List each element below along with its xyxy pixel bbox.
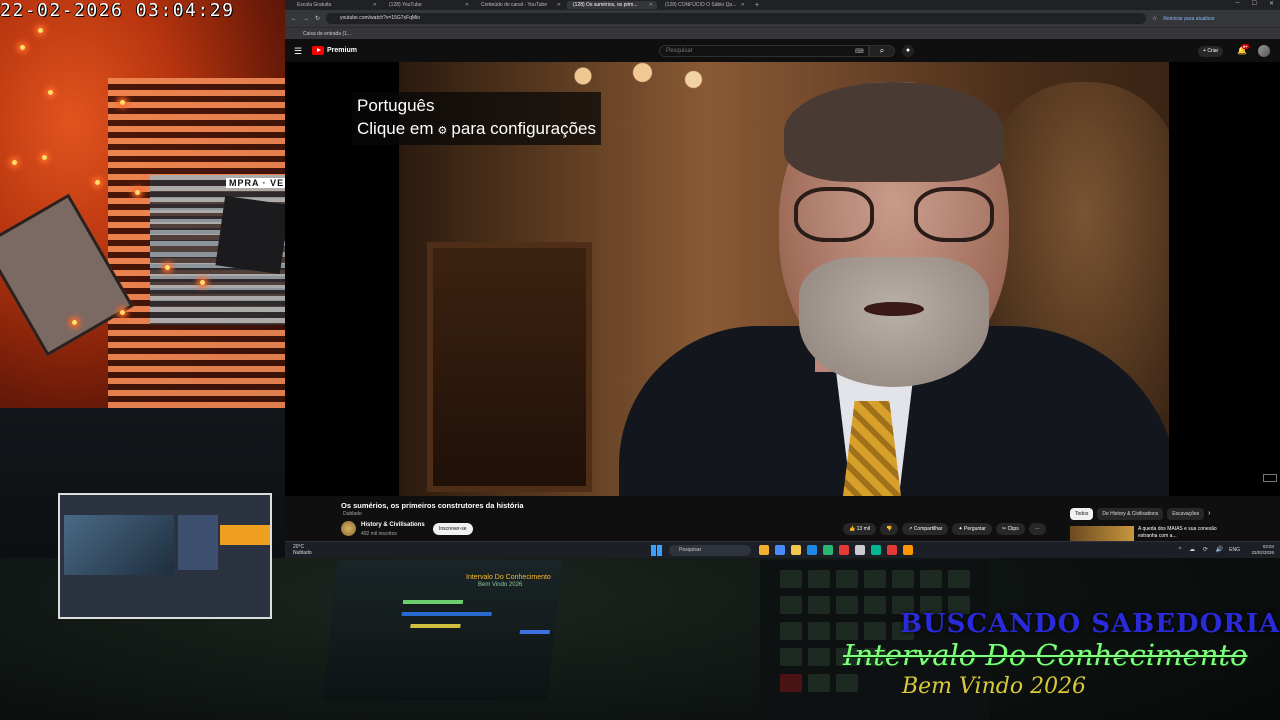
back-icon[interactable]: ← <box>291 16 297 22</box>
chip-channel[interactable]: De History & Civilisations <box>1097 508 1164 520</box>
search-icon: ⌕ <box>879 46 885 55</box>
taskbar-app-icon[interactable] <box>807 545 817 555</box>
caption-line-1: Português <box>357 96 435 115</box>
tab[interactable]: Escola Gratuita ✕ <box>291 1 381 9</box>
camera-timestamp: 22-02-2026 03:04:29 <box>0 0 235 21</box>
string-lights <box>0 0 285 408</box>
webcam-feed: MPRA · VE 22-02-2026 03:04:29 <box>0 0 285 408</box>
menu-icon[interactable]: ☰ <box>294 46 302 57</box>
create-button[interactable]: + Criar <box>1198 46 1224 57</box>
ask-button[interactable]: ✦ Perguntar <box>952 523 992 535</box>
thumbs-down-icon: 👎 <box>885 526 893 532</box>
close-icon[interactable]: ✕ <box>373 1 377 9</box>
overlay-heading: BUSCANDO SABEDORIA <box>900 609 1280 639</box>
channel-avatar[interactable] <box>341 521 356 536</box>
secondary-monitor <box>58 493 272 619</box>
scissors-icon: ✂ <box>1001 526 1007 532</box>
close-icon[interactable]: ✕ <box>649 1 653 9</box>
video-actions: 👍 13 mil 👎 ↗ Compartilhar ✦ Perguntar ✂ … <box>843 523 1046 535</box>
browser-window: Escola Gratuita ✕ (128) YouTube ✕ Conteúdo… <box>285 0 1280 558</box>
keyboard-icon[interactable]: ⌨ <box>855 48 864 55</box>
overlay-subtitle: Bem Vindo 2026 <box>902 674 1087 699</box>
tab-bar: Escola Gratuita ✕ (128) YouTube ✕ Conteúdo… <box>285 0 1280 10</box>
tray-icons[interactable]: ^ ☁ ⟳ 🔊 <box>1179 546 1226 553</box>
search-input[interactable]: Pesquisar <box>659 45 869 57</box>
minimize-icon[interactable]: ─ <box>1235 0 1239 7</box>
avatar[interactable] <box>1258 45 1270 57</box>
chip-excavations[interactable]: Escavações <box>1167 508 1205 520</box>
weather-widget[interactable]: 20°C Nublado <box>293 544 312 556</box>
share-button[interactable]: ↗ Compartilhar <box>902 523 949 535</box>
taskbar-apps <box>759 545 913 555</box>
chip-all[interactable]: Todos <box>1070 508 1094 520</box>
tab-active[interactable]: (128) Os sumérios, os prim... ✕ <box>567 1 657 9</box>
caption-overlay: Português Clique em ⚙ para configurações <box>352 92 602 145</box>
close-icon[interactable]: ✕ <box>465 1 469 9</box>
relaunch-button[interactable]: Reiniciar para atualizar <box>1163 16 1214 22</box>
reload-icon[interactable]: ↻ <box>315 15 320 22</box>
notification-badge: 9+ <box>1242 44 1249 49</box>
youtube-header: ☰ Premium Pesquisar ⌨ ⌕ ● + Criar 🔔 9+ <box>285 40 1280 62</box>
bookmark-bar: Caixa de entrada (1... <box>285 27 1280 39</box>
youtube-logo[interactable]: Premium <box>312 46 357 55</box>
search-button[interactable]: ⌕ <box>869 45 895 57</box>
recommendation-chips: Todos De History & Civilisations Escavaç… <box>1070 508 1211 520</box>
miniplayer-icon[interactable] <box>1263 474 1277 482</box>
clock[interactable]: 03:04 22/02/2026 <box>1251 544 1274 556</box>
dislike-button[interactable]: 👎 <box>879 523 899 535</box>
language-indicator[interactable]: ENG <box>1229 547 1240 553</box>
video-player[interactable]: Português Clique em ⚙ para configurações <box>285 62 1280 496</box>
monitor-subtitle: Bem Vindo 2026 <box>478 582 523 588</box>
taskbar-app-icon[interactable] <box>791 545 801 555</box>
chevron-right-icon[interactable]: › <box>1208 508 1210 520</box>
subscriber-count: 492 mil inscritos <box>361 531 397 537</box>
start-icon[interactable] <box>651 545 662 556</box>
new-tab-icon[interactable]: + <box>751 2 759 9</box>
close-window-icon[interactable]: ✕ <box>1269 0 1274 7</box>
related-title: A queda dos MAIAS e sua conexão estranha… <box>1138 526 1217 539</box>
taskbar: 20°C Nublado Pesquisar ^ ☁ ⟳ 🔊 ENG 03:04… <box>285 541 1280 558</box>
tab[interactable]: (128) YouTube ✕ <box>383 1 473 9</box>
youtube-play-icon <box>312 46 324 55</box>
thumbs-up-icon: 👍 <box>849 526 856 532</box>
bookmark-item[interactable]: Caixa de entrada (1... <box>303 31 351 37</box>
taskbar-app-icon[interactable] <box>871 545 881 555</box>
window-controls: ─ ☐ ✕ <box>1235 0 1274 7</box>
taskbar-search[interactable]: Pesquisar <box>669 545 751 556</box>
clip-button[interactable]: ✂ Clips <box>995 523 1025 535</box>
subscribe-button[interactable]: Inscrever-se <box>433 523 473 535</box>
taskbar-app-icon[interactable] <box>855 545 865 555</box>
tab[interactable]: (128) CONFÚCIO O Sábio Qu... ✕ <box>659 1 749 9</box>
taskbar-app-icon[interactable] <box>759 545 769 555</box>
sparkle-icon: ✦ <box>958 526 963 532</box>
tab[interactable]: Conteúdo do canal - YouTube ✕ <box>475 1 565 9</box>
video-title: Os sumérios, os primeiros construtores d… <box>341 501 524 510</box>
dubbed-tag: Dublado <box>343 511 362 517</box>
taskbar-app-icon[interactable] <box>823 545 833 555</box>
taskbar-app-icon[interactable] <box>775 545 785 555</box>
speaker <box>619 82 1169 496</box>
bookmark-star-icon[interactable]: ☆ <box>1152 15 1157 22</box>
close-icon[interactable]: ✕ <box>557 1 561 9</box>
address-bar: ← → ↻ youtube.com/watch?v=15G7xFqMio ☆ R… <box>285 10 1280 27</box>
notifications-icon[interactable]: 🔔 9+ <box>1237 44 1249 55</box>
share-icon: ↗ <box>908 526 913 532</box>
more-button[interactable]: ··· <box>1028 523 1046 535</box>
forward-icon[interactable]: → <box>303 16 309 22</box>
taskbar-app-icon[interactable] <box>839 545 849 555</box>
taskbar-app-icon[interactable] <box>887 545 897 555</box>
gear-icon: ⚙ <box>437 125 448 137</box>
url-input[interactable]: youtube.com/watch?v=15G7xFqMio <box>326 13 1147 24</box>
monitor-title: Intervalo Do Conhecimento <box>466 574 551 581</box>
overlay-title: Intervalo Do Conhecimento <box>843 638 1248 672</box>
taskbar-app-icon[interactable] <box>903 545 913 555</box>
editing-monitor <box>322 560 563 700</box>
mic-icon[interactable]: ● <box>902 45 914 57</box>
like-button[interactable]: 👍 13 mil <box>843 523 876 535</box>
close-icon[interactable]: ✕ <box>741 1 745 9</box>
channel-name[interactable]: History & Civilisations <box>361 522 425 528</box>
maximize-icon[interactable]: ☐ <box>1252 0 1257 7</box>
